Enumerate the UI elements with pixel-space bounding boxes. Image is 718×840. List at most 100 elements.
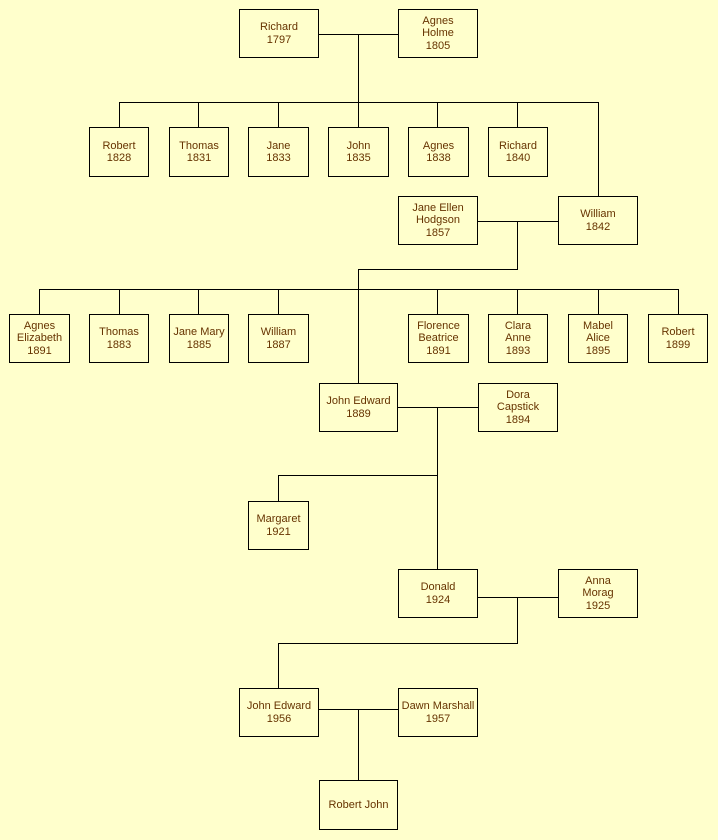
person-name: Agnes — [422, 14, 454, 27]
descent-line — [358, 269, 518, 270]
descent-line — [278, 643, 279, 688]
person-name: William — [580, 208, 616, 220]
person-detail: 1885 — [186, 338, 212, 351]
person-label: John Edward 1956 — [247, 700, 311, 725]
descent-line — [278, 643, 518, 644]
person-detail: 1924 — [425, 593, 451, 606]
person-detail: 1889 — [346, 407, 371, 420]
sibling-line — [39, 289, 679, 290]
person-detail: 1895 — [585, 344, 611, 357]
person-detail: 1828 — [106, 152, 132, 164]
descent-line — [437, 407, 438, 569]
person-label: Agnes 1838 — [423, 140, 454, 165]
person-detail: Capstick — [496, 401, 540, 414]
person-detail: 1957 — [425, 712, 451, 725]
person-jane-ellen-hodgson-1857[interactable]: Jane Ellen Hodgson 1857 — [398, 196, 478, 245]
child-line — [598, 102, 599, 196]
person-label: Clara Anne 1893 — [505, 320, 531, 358]
child-line — [39, 289, 40, 314]
person-name: Richard — [260, 21, 298, 33]
person-label: Robert John — [329, 799, 389, 812]
person-detail: 1840 — [505, 152, 531, 164]
person-john-edward-1956[interactable]: John Edward 1956 — [239, 688, 319, 737]
person-robert-john[interactable]: Robert John — [319, 780, 398, 830]
person-label: Mabel Alice 1895 — [583, 320, 613, 358]
person-anna-morag-1925[interactable]: Anna Morag 1925 — [558, 569, 638, 618]
child-line — [278, 102, 279, 127]
person-name: Thomas — [99, 326, 139, 338]
person-agnes-elizabeth-1891[interactable]: Agnes Elizabeth 1891 — [9, 314, 70, 363]
person-dawn-marshall-1957[interactable]: Dawn Marshall 1957 — [398, 688, 478, 737]
person-detail: 1921 — [266, 525, 291, 538]
person-name: Margaret — [256, 513, 301, 525]
person-label: Anna Morag 1925 — [582, 575, 613, 613]
person-clara-anne-1893[interactable]: Clara Anne 1893 — [488, 314, 548, 363]
person-william-1842[interactable]: William 1842 — [558, 196, 638, 245]
person-name: William — [260, 326, 297, 338]
person-detail: 1831 — [186, 152, 212, 164]
person-dora-capstick-1894[interactable]: Dora Capstick 1894 — [478, 383, 558, 432]
person-name: Jane Mary — [173, 326, 225, 338]
person-detail: 1835 — [346, 152, 371, 164]
person-label: John 1835 — [346, 140, 370, 165]
person-richard-1840[interactable]: Richard 1840 — [488, 127, 548, 177]
descent-line — [358, 709, 359, 780]
person-detail: 1797 — [266, 33, 292, 46]
person-name: Dora — [506, 388, 530, 401]
person-detail: 1838 — [426, 152, 451, 164]
child-line — [119, 102, 120, 127]
descent-line — [517, 597, 518, 643]
child-line — [358, 102, 359, 127]
person-florence-beatrice-1891[interactable]: Florence Beatrice 1891 — [408, 314, 469, 363]
child-line — [278, 475, 279, 501]
person-label: Jane 1833 — [266, 140, 290, 165]
person-name: Agnes — [23, 319, 56, 332]
person-jane-1833[interactable]: Jane 1833 — [248, 127, 309, 177]
child-line — [119, 289, 120, 314]
person-robert-1828[interactable]: Robert 1828 — [89, 127, 149, 177]
person-thomas-1883[interactable]: Thomas 1883 — [89, 314, 149, 363]
person-detail: 1894 — [505, 413, 531, 426]
person-name: John Edward — [326, 395, 391, 407]
person-detail: Hodgson — [415, 214, 461, 227]
descent-line — [358, 269, 359, 383]
person-name: Richard — [499, 139, 537, 152]
person-label: William 1842 — [580, 208, 615, 233]
person-detail: 1891 — [27, 344, 52, 357]
person-jane-mary-1885[interactable]: Jane Mary 1885 — [169, 314, 229, 363]
person-thomas-1831[interactable]: Thomas 1831 — [169, 127, 229, 177]
person-label: Dora Capstick 1894 — [497, 389, 539, 427]
person-detail: 1805 — [425, 39, 451, 52]
child-line — [437, 289, 438, 314]
person-detail: 1956 — [266, 712, 292, 725]
person-john-edward-1889[interactable]: John Edward 1889 — [319, 383, 398, 432]
person-detail: 1842 — [585, 220, 611, 233]
child-line — [678, 289, 679, 314]
person-detail: Alice — [586, 332, 610, 345]
person-william-1887[interactable]: William 1887 — [248, 314, 309, 363]
person-margaret-1921[interactable]: Margaret 1921 — [248, 501, 309, 550]
person-label: Margaret 1921 — [256, 513, 300, 538]
person-agnes-holme-1805[interactable]: Agnes Holme 1805 — [398, 9, 478, 58]
person-detail: Elizabeth — [16, 332, 63, 345]
child-line — [517, 289, 518, 314]
person-name: Anna — [585, 574, 611, 587]
person-name: Florence — [417, 319, 460, 332]
person-richard-1797[interactable]: Richard 1797 — [239, 9, 319, 58]
person-mabel-alice-1895[interactable]: Mabel Alice 1895 — [568, 314, 628, 363]
person-name: Jane — [266, 139, 291, 152]
person-name: Thomas — [179, 139, 219, 152]
person-name: John — [346, 139, 371, 152]
person-name: Robert John — [328, 798, 389, 811]
person-detail: Holme — [422, 27, 454, 40]
person-robert-1899[interactable]: Robert 1899 — [648, 314, 708, 363]
person-john-1835[interactable]: John 1835 — [328, 127, 389, 177]
person-donald-1924[interactable]: Donald 1924 — [398, 569, 478, 618]
person-label: Robert 1828 — [102, 140, 135, 165]
person-label: Donald 1924 — [421, 581, 456, 606]
child-line — [598, 289, 599, 314]
person-name: Clara — [504, 319, 532, 332]
person-agnes-1838[interactable]: Agnes 1838 — [408, 127, 469, 177]
person-detail: Beatrice — [418, 332, 459, 345]
person-label: John Edward 1889 — [326, 395, 390, 420]
